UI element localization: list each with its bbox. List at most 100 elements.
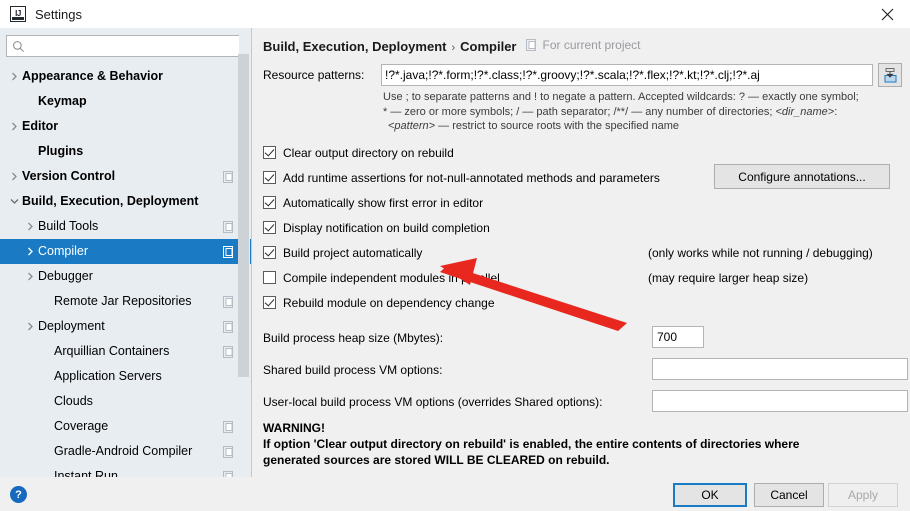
sidebar-item-build-execution-deployment[interactable]: Build, Execution, Deployment — [0, 189, 251, 214]
sidebar-item-application-servers[interactable]: Application Servers — [0, 364, 251, 389]
sidebar-item-compiler[interactable]: Compiler — [0, 239, 251, 264]
sidebar-item-coverage[interactable]: Coverage — [0, 414, 251, 439]
sidebar-item-label: Editor — [22, 119, 59, 134]
sidebar-item-label: Remote Jar Repositories — [54, 294, 192, 309]
sidebar-item-plugins[interactable]: Plugins — [0, 139, 251, 164]
checkbox-row-rebuild-module-on-dependency-change[interactable]: Rebuild module on dependency change — [263, 290, 903, 315]
project-scope-text: For current project — [542, 38, 641, 52]
sidebar-item-remote-jar-repositories[interactable]: Remote Jar Repositories — [0, 289, 251, 314]
checkbox-hint: (may require larger heap size) — [648, 270, 809, 285]
checkbox-hint: (only works while not running / debuggin… — [648, 245, 873, 260]
resource-patterns-input[interactable] — [381, 64, 873, 86]
chevron-right-icon[interactable] — [22, 219, 38, 235]
sidebar-item-label: Debugger — [38, 269, 93, 284]
search-input[interactable] — [29, 37, 234, 55]
field-row-2: User-local build process VM options (ove… — [263, 390, 908, 422]
sidebar-item-label: Instant Run — [54, 469, 118, 477]
checkbox-input[interactable] — [263, 221, 276, 234]
checkbox-label: Display notification on build completion — [283, 220, 490, 235]
checkbox-row-clear-output-directory-on-rebuild[interactable]: Clear output directory on rebuild — [263, 140, 903, 165]
sidebar-item-gradle-android-compiler[interactable]: Gradle-Android Compiler — [0, 439, 251, 464]
search-box[interactable] — [6, 35, 246, 57]
help-question-icon[interactable]: ? — [10, 486, 27, 503]
checkbox-label: Clear output directory on rebuild — [283, 145, 454, 160]
sidebar-item-label: Application Servers — [54, 369, 162, 384]
field-label: User-local build process VM options (ove… — [263, 395, 603, 409]
checkbox-input[interactable] — [263, 171, 276, 184]
help-line-2a: * — zero or more symbols; / — path separ… — [383, 105, 776, 118]
field-input-1[interactable] — [652, 358, 908, 380]
close-icon — [881, 8, 893, 20]
project-scope-icon — [223, 245, 235, 258]
resource-patterns-import-button[interactable] — [878, 63, 902, 87]
sidebar-item-appearance-behavior[interactable]: Appearance & Behavior — [0, 64, 251, 89]
checkbox-input[interactable] — [263, 246, 276, 259]
ok-button[interactable]: OK — [673, 483, 747, 507]
sidebar-item-editor[interactable]: Editor — [0, 114, 251, 139]
sidebar-item-label: Compiler — [38, 244, 89, 259]
project-scope-icon — [223, 295, 235, 308]
chevron-right-icon[interactable] — [6, 169, 22, 185]
sidebar-scrollbar-thumb[interactable] — [238, 54, 249, 377]
checkbox-row-display-notification-on-build-completion[interactable]: Display notification on build completion — [263, 215, 903, 240]
chevron-right-icon[interactable] — [6, 119, 22, 135]
checkbox-input[interactable] — [263, 146, 276, 159]
help-line-2: * — zero or more symbols; / — path separ… — [383, 105, 903, 120]
import-export-icon — [884, 67, 896, 82]
checkbox-row-automatically-show-first-error-in-editor[interactable]: Automatically show first error in editor — [263, 190, 903, 215]
chevron-right-icon[interactable] — [22, 269, 38, 285]
build-process-fields: Build process heap size (Mbytes): Shared … — [263, 326, 908, 422]
apply-button: Apply — [828, 483, 898, 507]
warning-line-1: If option 'Clear output directory on reb… — [263, 437, 800, 451]
configure-annotations-button[interactable]: Configure annotations... — [714, 164, 890, 189]
field-row-0: Build process heap size (Mbytes): — [263, 326, 908, 358]
intellij-idea-logo-icon: IJ — [10, 6, 26, 22]
cancel-button[interactable]: Cancel — [754, 483, 824, 507]
checkbox-row-compile-independent-modules-in-parallel[interactable]: Compile independent modules in parallel (… — [263, 265, 903, 290]
dialog-footer: ? OK Cancel Apply — [0, 477, 910, 511]
chevron-right-icon[interactable] — [22, 244, 38, 260]
warning-title: WARNING! — [263, 421, 325, 435]
sidebar-item-label: Plugins — [38, 144, 84, 159]
sidebar-item-version-control[interactable]: Version Control — [0, 164, 251, 189]
sidebar-item-clouds[interactable]: Clouds — [0, 389, 251, 414]
help-line-2c: : — [834, 105, 838, 118]
warning-line-2: generated sources are stored WILL BE CLE… — [263, 453, 610, 467]
field-label: Build process heap size (Mbytes): — [263, 331, 444, 345]
checkbox-input[interactable] — [263, 271, 276, 284]
field-row-1: Shared build process VM options: — [263, 358, 908, 390]
project-scope-icon — [223, 420, 235, 433]
chevron-right-icon[interactable] — [6, 69, 22, 85]
sidebar-scrollbar-track[interactable] — [238, 28, 250, 441]
checkbox-input[interactable] — [263, 196, 276, 209]
sidebar-item-debugger[interactable]: Debugger — [0, 264, 251, 289]
chevron-down-icon[interactable] — [6, 194, 22, 210]
resource-patterns-help: Use ; to separate patterns and ! to nega… — [383, 90, 903, 134]
checkbox-input[interactable] — [263, 296, 276, 309]
window-titlebar: IJ Settings — [0, 0, 910, 28]
sidebar-item-arquillian-containers[interactable]: Arquillian Containers — [0, 339, 251, 364]
help-line-3b: — restrict to source roots with the spec… — [435, 120, 680, 132]
field-input-0[interactable] — [652, 326, 704, 348]
close-button[interactable] — [864, 0, 910, 28]
project-scope-icon — [526, 39, 537, 51]
sidebar-item-instant-run[interactable]: Instant Run — [0, 464, 251, 477]
field-input-2[interactable] — [652, 390, 908, 412]
resource-patterns-row: Resource patterns: — [263, 63, 903, 87]
field-label: Shared build process VM options: — [263, 363, 443, 377]
checkbox-label: Build project automatically — [283, 245, 423, 260]
checkbox-label: Rebuild module on dependency change — [283, 295, 495, 310]
sidebar-item-label: Gradle-Android Compiler — [54, 444, 193, 459]
sidebar-item-build-tools[interactable]: Build Tools — [0, 214, 251, 239]
help-line-1: Use ; to separate patterns and ! to nega… — [383, 91, 859, 103]
sidebar-item-deployment[interactable]: Deployment — [0, 314, 251, 339]
checkbox-row-build-project-automatically[interactable]: Build project automatically (only works w… — [263, 240, 903, 265]
sidebar-item-keymap[interactable]: Keymap — [0, 89, 251, 114]
chevron-right-icon[interactable] — [22, 319, 38, 335]
help-line-3a: <pattern> — [388, 120, 436, 132]
